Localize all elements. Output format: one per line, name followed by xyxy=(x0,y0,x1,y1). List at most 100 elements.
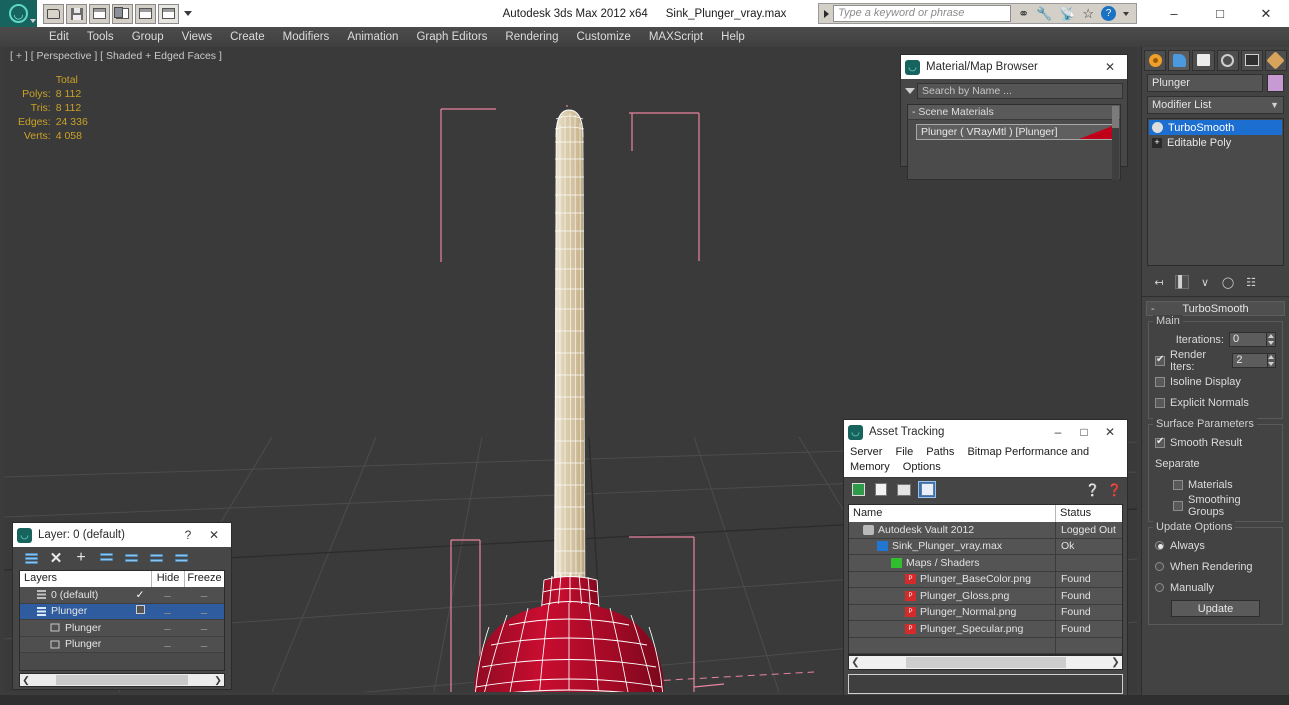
table-row[interactable]: Autodesk Vault 2012 Logged Out xyxy=(849,522,1122,539)
maximize-button[interactable]: □ xyxy=(1197,0,1243,27)
application-menu-button[interactable]: ◡ xyxy=(0,0,37,27)
iterations-input[interactable]: 0 xyxy=(1229,332,1267,347)
menu-item-create[interactable]: Create xyxy=(221,27,274,47)
update-when-rendering-radio[interactable] xyxy=(1155,562,1164,571)
minimize-button[interactable]: – xyxy=(1151,0,1197,27)
wrench-icon[interactable]: 🔧 xyxy=(1036,7,1052,20)
table-view-icon[interactable] xyxy=(918,481,936,498)
scroll-right-icon[interactable]: ❯ xyxy=(212,675,224,686)
remove-modifier-icon[interactable]: ◯ xyxy=(1221,275,1235,289)
collapse-icon[interactable]: - xyxy=(1151,303,1155,315)
close-icon[interactable]: ✕ xyxy=(1097,421,1123,443)
utilities-tab[interactable] xyxy=(1264,49,1288,71)
table-row[interactable]: Maps / Shaders xyxy=(849,555,1122,572)
material-map-browser-dialog[interactable]: ◡ Material/Map Browser ✕ Search by Name … xyxy=(900,54,1128,180)
menu-item-modifiers[interactable]: Modifiers xyxy=(274,27,339,47)
isoline-display-checkbox[interactable] xyxy=(1155,376,1165,387)
show-end-result-icon[interactable]: ▌ xyxy=(1175,275,1189,289)
pin-stack-icon[interactable]: ↤ xyxy=(1152,275,1166,289)
update-always-row[interactable]: Always xyxy=(1155,537,1276,554)
table-row[interactable]: P Plunger_BaseColor.png Found xyxy=(849,571,1122,588)
set-project-button[interactable] xyxy=(112,3,133,24)
help-icon[interactable]: ? xyxy=(1101,6,1116,21)
viewport-label[interactable]: [ + ] [ Perspective ] [ Shaded + Edged F… xyxy=(10,50,222,62)
menu-item-views[interactable]: Views xyxy=(173,27,221,47)
table-row[interactable]: P Plunger_Normal.png Found xyxy=(849,604,1122,621)
add-selection-icon[interactable]: + xyxy=(73,550,89,566)
menu-item-server[interactable]: Server xyxy=(850,446,882,458)
maximize-icon[interactable]: □ xyxy=(1071,421,1097,443)
menu-item-help[interactable]: Help xyxy=(712,27,754,47)
modifier-list-dropdown[interactable]: Modifier List ▼ xyxy=(1147,96,1284,114)
scrollbar-thumb[interactable] xyxy=(56,675,188,685)
help-chevron-down-icon[interactable] xyxy=(1123,11,1129,16)
star-icon[interactable]: ☆ xyxy=(1082,7,1094,20)
freeze-toggle[interactable]: ⚊ xyxy=(184,606,224,617)
update-button[interactable]: Update xyxy=(1171,600,1260,617)
layer-checkbox[interactable] xyxy=(135,605,145,615)
smoothing-groups-checkbox[interactable] xyxy=(1173,500,1183,511)
close-button[interactable]: ✕ xyxy=(1243,0,1289,27)
material-search-input[interactable]: Search by Name ... xyxy=(917,83,1123,99)
menu-item-rendering[interactable]: Rendering xyxy=(496,27,567,47)
smooth-result-checkbox[interactable] xyxy=(1155,436,1165,448)
column-header-status[interactable]: Status xyxy=(1056,505,1122,522)
scrollbar-thumb[interactable] xyxy=(906,657,1066,668)
satellite-icon[interactable]: 📡 xyxy=(1059,7,1075,20)
render-iters-checkbox[interactable] xyxy=(1155,354,1165,366)
column-header-name[interactable]: Name xyxy=(849,505,1056,522)
update-manually-radio[interactable] xyxy=(1155,583,1164,592)
help-cursor-icon[interactable]: ❔ xyxy=(1085,483,1100,497)
scroll-left-icon[interactable]: ❮ xyxy=(849,657,862,668)
hide-toggle[interactable]: ⚊ xyxy=(151,606,184,617)
menu-item-animation[interactable]: Animation xyxy=(338,27,407,47)
redo-button[interactable] xyxy=(158,3,179,24)
display-tab[interactable] xyxy=(1240,49,1263,71)
asset-table-horizontal-scrollbar[interactable]: ❮ ❯ xyxy=(848,655,1123,670)
scroll-right-icon[interactable]: ❯ xyxy=(1109,657,1122,668)
freeze-toggle[interactable]: ⚊ xyxy=(184,589,224,600)
menu-item-group[interactable]: Group xyxy=(123,27,173,47)
close-icon[interactable]: ✕ xyxy=(1097,56,1123,78)
configure-sets-icon[interactable]: ☷ xyxy=(1244,275,1258,289)
asset-table[interactable]: Name Status Autodesk Vault 2012 Logged O… xyxy=(848,504,1123,655)
hierarchy-tab[interactable] xyxy=(1192,49,1215,71)
modifier-stack-item-turbosmooth[interactable]: TurboSmooth xyxy=(1149,120,1282,135)
menu-item-file[interactable]: File xyxy=(895,446,913,458)
update-always-radio[interactable] xyxy=(1155,541,1164,550)
create-tab[interactable] xyxy=(1144,49,1167,71)
new-scene-button[interactable] xyxy=(89,3,110,24)
binoculars-icon[interactable]: ⚭ xyxy=(1018,7,1029,20)
layer-row[interactable]: Plunger ⚊ ⚊ xyxy=(20,603,224,620)
help-icon[interactable]: ? xyxy=(175,524,201,546)
layer-row[interactable]: 0 (default) ✓ ⚊ ⚊ xyxy=(20,587,224,604)
search-dropdown-icon[interactable] xyxy=(819,4,834,23)
menu-item-maxscript[interactable]: MAXScript xyxy=(640,27,712,47)
list-view-icon[interactable] xyxy=(872,481,890,498)
explicit-normals-checkbox[interactable] xyxy=(1155,397,1165,408)
layer-row[interactable]: Plunger ⚊ ⚊ xyxy=(20,620,224,637)
freeze-toggle[interactable]: ⚊ xyxy=(184,639,224,650)
table-row[interactable]: P Plunger_Gloss.png Found xyxy=(849,588,1122,605)
asset-tracking-dialog[interactable]: ◡ Asset Tracking – □ ✕ Server File Paths… xyxy=(843,419,1128,696)
freeze-toggle[interactable]: ⚊ xyxy=(184,622,224,633)
scroll-left-icon[interactable]: ❮ xyxy=(20,675,32,686)
chevron-down-icon[interactable] xyxy=(30,19,36,23)
add-to-layer-icon[interactable] xyxy=(148,551,164,566)
plus-icon[interactable]: + xyxy=(1152,137,1162,148)
layer-table[interactable]: Layers Hide Freeze 0 (default) ✓ ⚊ ⚊ Plu… xyxy=(19,570,225,671)
menu-item-customize[interactable]: Customize xyxy=(567,27,639,47)
materials-checkbox[interactable] xyxy=(1173,479,1183,490)
bulb-icon[interactable] xyxy=(1152,122,1163,133)
modifier-stack[interactable]: TurboSmooth + Editable Poly xyxy=(1147,118,1284,266)
select-objects-icon[interactable] xyxy=(98,551,114,566)
undo-button[interactable] xyxy=(135,3,156,24)
table-row[interactable]: P Plunger_Specular.png Found xyxy=(849,621,1122,638)
qat-chevron-down-icon[interactable] xyxy=(184,11,192,16)
refresh-icon[interactable] xyxy=(849,481,867,498)
scene-materials-group-header[interactable]: - Scene Materials xyxy=(908,105,1120,120)
menu-item-graph-editors[interactable]: Graph Editors xyxy=(407,27,496,47)
menu-item-edit[interactable]: Edit xyxy=(40,27,78,47)
delete-layer-icon[interactable]: ✕ xyxy=(48,551,64,566)
hide-toggle[interactable]: ⚊ xyxy=(151,639,184,650)
